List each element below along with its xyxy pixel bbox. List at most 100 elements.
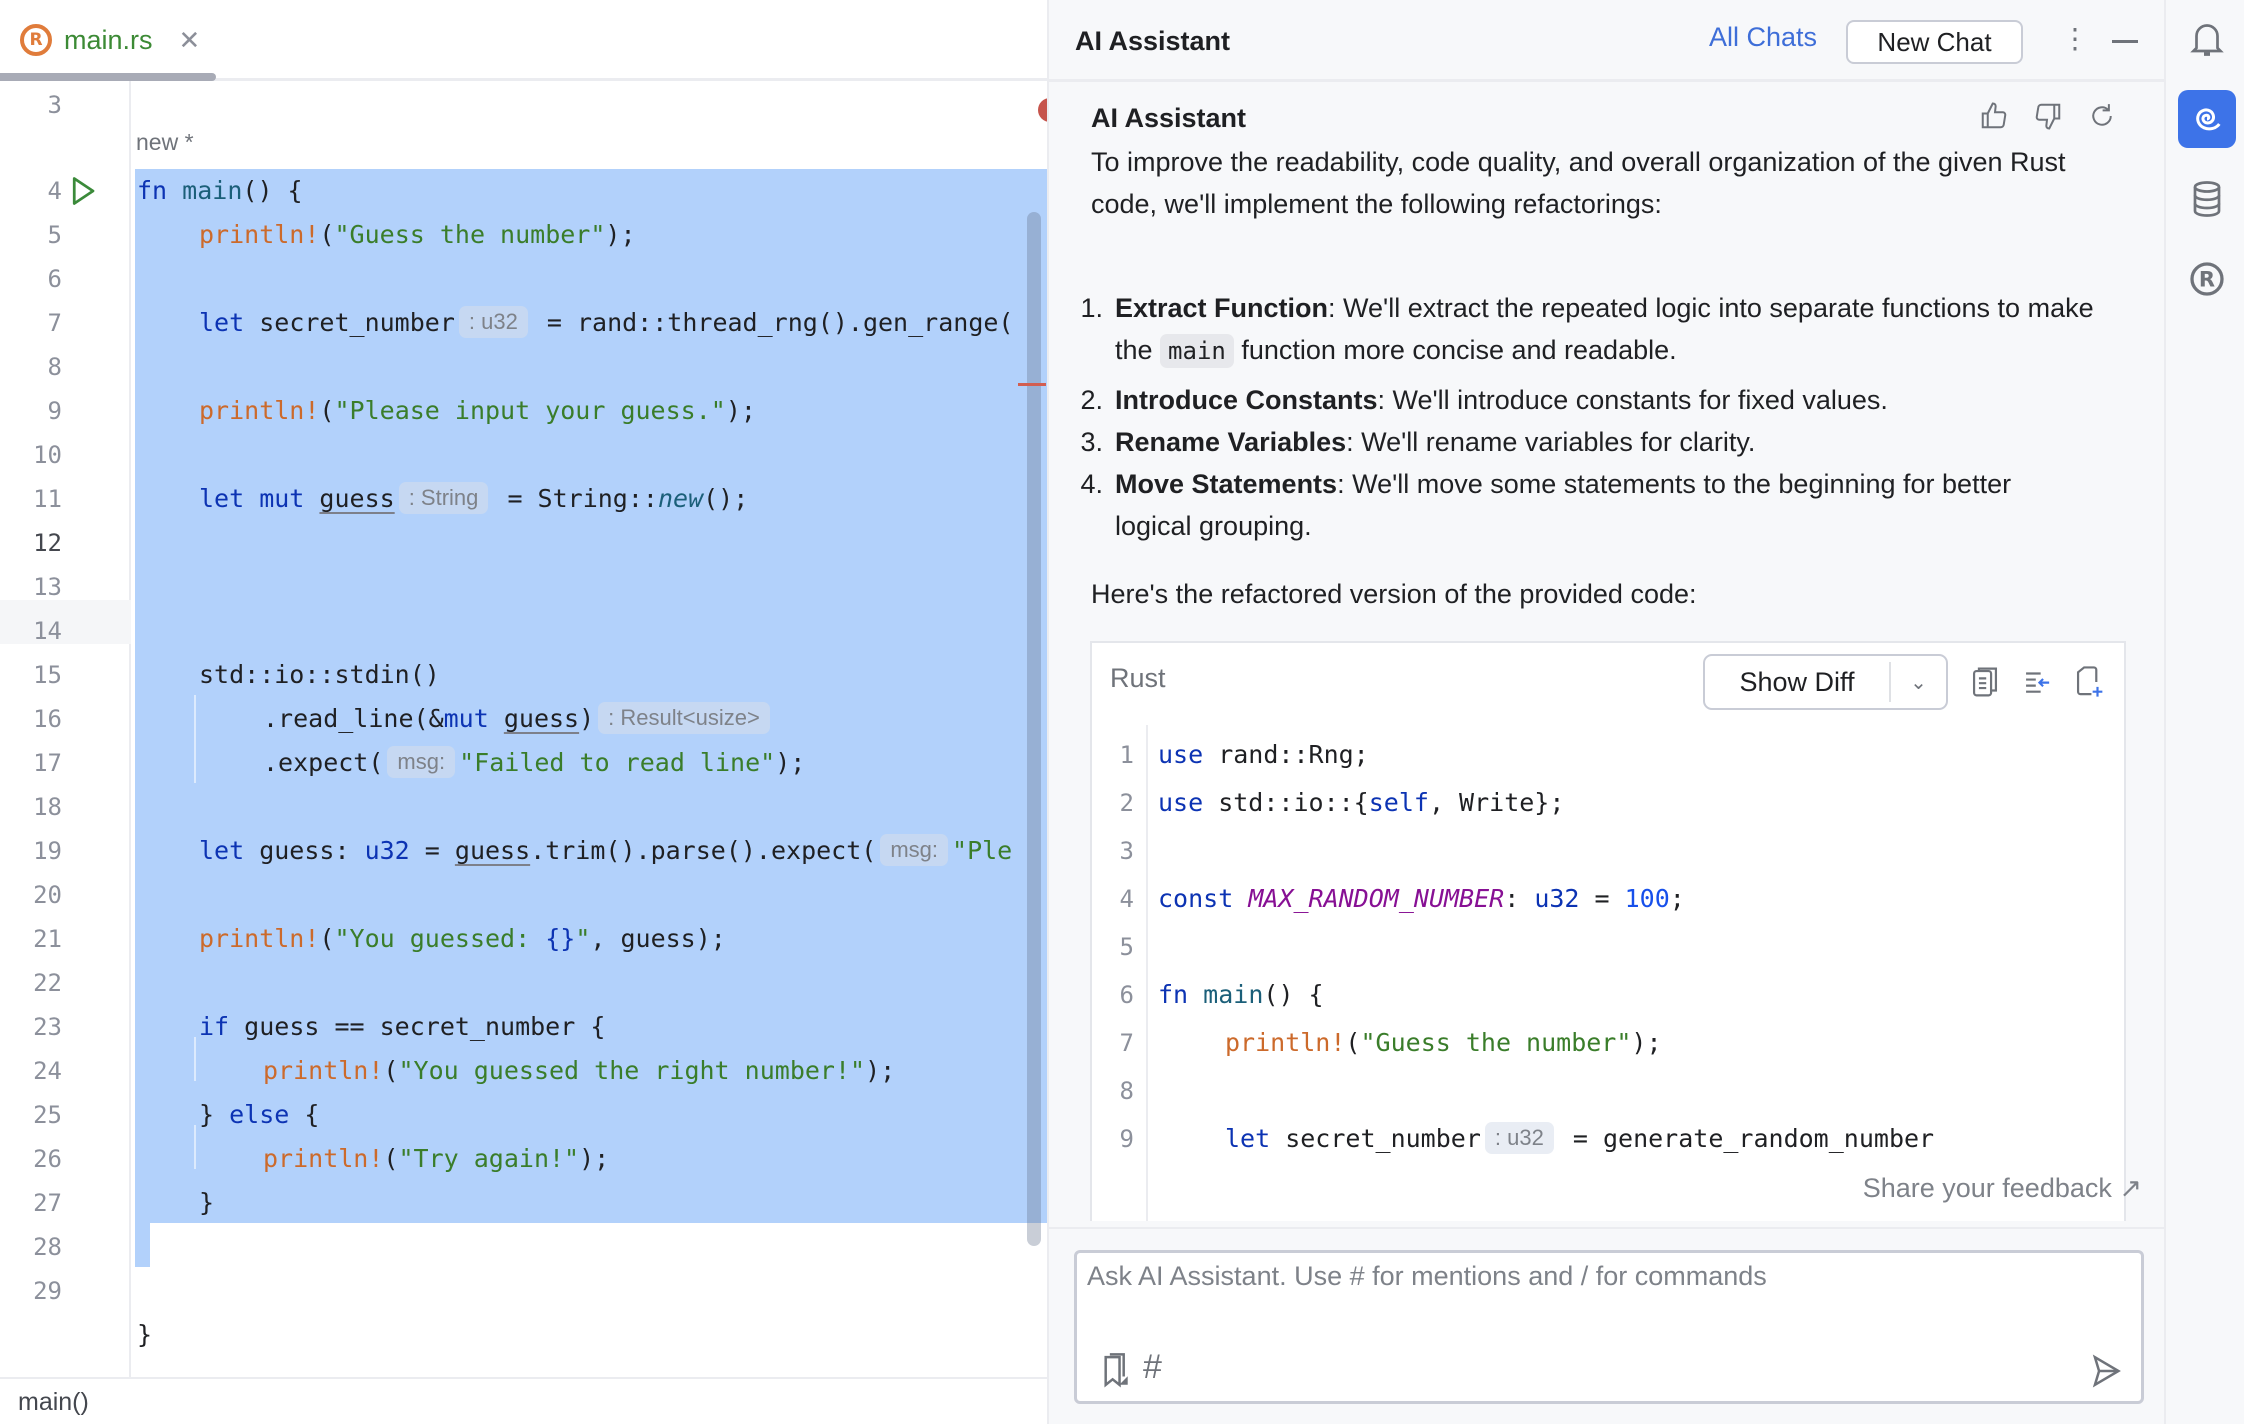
thumbs-down-icon[interactable] xyxy=(2033,101,2063,131)
run-icon[interactable] xyxy=(70,176,96,206)
param-hint: msg: xyxy=(387,746,456,778)
line-number: 9 xyxy=(47,397,62,425)
code-line-25: } xyxy=(199,1188,215,1217)
snippet-line-number: 8 xyxy=(1119,1077,1134,1105)
line-number: 27 xyxy=(33,1189,62,1217)
message-actions xyxy=(1979,101,2117,131)
insert-at-caret-icon[interactable] xyxy=(2022,665,2052,699)
code-language: Rust xyxy=(1110,663,1166,693)
snippet-line-1: use rand::Rng; xyxy=(1158,740,1369,769)
error-stripe-marker[interactable] xyxy=(1018,383,1046,386)
code-snippet: Rust Show Diff ⌄ 1 2 3 4 5 6 7 8 9 use r… xyxy=(1090,641,2126,1221)
tab-main-rs[interactable]: R main.rs ✕ xyxy=(20,20,200,60)
ai-assistant-button[interactable] xyxy=(2178,90,2236,148)
tab-scrollbar[interactable] xyxy=(0,73,216,81)
send-icon[interactable] xyxy=(2089,1353,2123,1389)
ai-assistant-panel: AI Assistant All Chats New Chat ⋮ AI Ass… xyxy=(1047,0,2164,1424)
line-number: 25 xyxy=(33,1101,62,1129)
param-hint: msg: xyxy=(880,834,949,866)
line-number-gutter: 3 4 5 6 7 8 9 10 11 12 13 14 15 16 17 18 19 20 21 22 23 24 25 2… xyxy=(0,81,131,1377)
editor-tab-bar: R main.rs ✕ xyxy=(0,0,1047,81)
snippet-line-6: fn main() { xyxy=(1158,980,1324,1009)
snippet-line-number: 3 xyxy=(1119,837,1134,865)
chat-messages[interactable]: AI Assistant To improve the readability,… xyxy=(1049,85,2164,1227)
snippet-gutter-divider xyxy=(1146,725,1148,1221)
svg-text:R: R xyxy=(2199,268,2215,292)
code-line-22: println!("You guessed the right number!"… xyxy=(263,1056,896,1085)
show-diff-button[interactable]: Show Diff ⌄ xyxy=(1703,654,1948,710)
code-line-14: .read_line(&mut guess): Result<usize> xyxy=(263,697,774,741)
snippet-line-number: 4 xyxy=(1119,885,1134,913)
indent-guide xyxy=(194,1037,196,1081)
rust-file-icon: R xyxy=(20,24,52,56)
thumbs-up-icon[interactable] xyxy=(1979,101,2009,131)
line-number: 13 xyxy=(33,573,62,601)
code-line-9: println!("Please input your guess."); xyxy=(199,396,756,425)
code-line-7: let secret_number: u32 = rand::thread_rn… xyxy=(199,306,1014,338)
selection-tail xyxy=(135,1223,150,1267)
line-number: 17 xyxy=(33,749,62,777)
rust-icon: R xyxy=(2190,262,2224,296)
snippet-line-9: let secret_number: u32 = generate_random… xyxy=(1225,1122,1935,1154)
new-file-icon[interactable] xyxy=(2074,665,2104,699)
code-line-21: if guess == secret_number { xyxy=(199,1012,606,1041)
line-number: 19 xyxy=(33,837,62,865)
message-intro: To improve the readability, code quality… xyxy=(1091,147,2066,219)
code-area[interactable]: new * ! 1 ⌃ ⌄ fn main() { println!("Gues… xyxy=(133,81,1047,1377)
line-number: 22 xyxy=(33,969,62,997)
regenerate-icon[interactable] xyxy=(2087,101,2117,131)
vertical-scrollbar[interactable] xyxy=(1027,212,1041,1246)
line-number: 8 xyxy=(47,353,62,381)
bell-icon xyxy=(2190,24,2224,56)
line-number: 7 xyxy=(47,309,62,337)
close-icon[interactable]: ✕ xyxy=(179,25,201,56)
database-icon xyxy=(2193,181,2221,217)
line-number: 28 xyxy=(33,1233,62,1261)
type-hint: : Result<usize> xyxy=(598,702,770,734)
code-line-13: std::io::stdin() xyxy=(199,660,440,689)
minimize-icon[interactable] xyxy=(2112,40,2138,43)
new-chat-button[interactable]: New Chat xyxy=(1846,20,2023,64)
notifications-button[interactable] xyxy=(2178,10,2236,68)
share-feedback-link[interactable]: Share your feedback ↗ xyxy=(1863,1173,2142,1204)
indent-guide xyxy=(194,1125,196,1169)
list-item: 4. Move Statements: We'll move some state… xyxy=(1080,469,2012,541)
code-line-24: println!("Try again!"); xyxy=(263,1144,610,1173)
attach-context-icon[interactable] xyxy=(1097,1353,1131,1389)
show-diff-label: Show Diff xyxy=(1705,662,1891,702)
mention-hash-button[interactable]: # xyxy=(1143,1348,1162,1387)
ai-panel-header: AI Assistant All Chats New Chat ⋮ xyxy=(1049,0,2164,82)
code-line-4: fn main() { xyxy=(137,176,303,205)
line-number: 6 xyxy=(47,265,62,293)
snippet-line-7: println!("Guess the number"); xyxy=(1225,1028,1662,1057)
snippet-line-2: use std::io::{self, Write}; xyxy=(1158,788,1565,817)
list-item: 3. Rename Variables: We'll rename variabl… xyxy=(1080,427,1756,457)
line-number: 20 xyxy=(33,881,62,909)
database-button[interactable] xyxy=(2178,170,2236,228)
breadcrumb[interactable]: main() xyxy=(18,1388,89,1417)
line-number: 3 xyxy=(47,91,62,119)
tab-label: main.rs xyxy=(64,24,153,55)
line-number: 14 xyxy=(33,617,62,645)
snippet-line-4: const MAX_RANDOM_NUMBER: u32 = 100; xyxy=(1158,884,1685,913)
snippet-line-number: 6 xyxy=(1119,981,1134,1009)
line-number: 26 xyxy=(33,1145,62,1173)
indent-guide xyxy=(194,695,196,783)
copy-icon[interactable] xyxy=(1970,665,2000,699)
editor-status-bar: main() xyxy=(0,1377,1047,1424)
chat-input[interactable]: # xyxy=(1074,1250,2144,1404)
chevron-down-icon[interactable]: ⌄ xyxy=(1891,670,1946,695)
all-chats-link[interactable]: All Chats xyxy=(1709,22,1817,53)
line-number: 11 xyxy=(33,485,62,513)
author-hint: new * xyxy=(136,129,194,155)
error-icon: ! xyxy=(1038,97,1047,122)
code-line-28: } xyxy=(137,1320,153,1349)
line-number: 18 xyxy=(33,793,62,821)
error-indicator[interactable]: ! 1 ⌃ ⌄ xyxy=(1038,95,1047,124)
code-editor: R main.rs ✕ 3 4 5 6 7 8 9 10 11 12 13 14 15 16 17 18 19 2… xyxy=(0,0,1047,1424)
chat-input-field[interactable] xyxy=(1087,1261,2127,1331)
code-line-5: println!("Guess the number"); xyxy=(199,220,636,249)
type-hint: : u32 xyxy=(1484,1122,1554,1154)
rust-button[interactable]: R xyxy=(2178,250,2236,308)
more-options-icon[interactable]: ⋮ xyxy=(2061,22,2089,55)
